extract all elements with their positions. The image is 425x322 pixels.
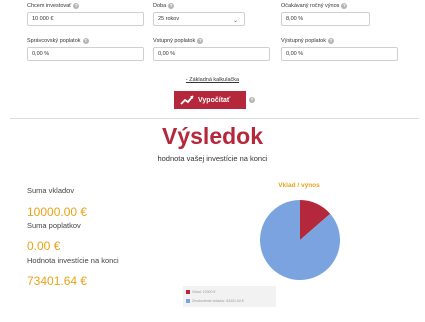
fees-label: Suma poplatkov — [27, 221, 81, 230]
help-icon[interactable]: ? — [197, 38, 204, 44]
initial-investment-field: Chcem investovať? 10 000 € — [27, 3, 144, 26]
expected-return-field: Očakávaný ročný výnos? 8,00 % — [281, 3, 370, 26]
help-icon[interactable]: ? — [168, 3, 175, 9]
fees-value: 0.00 € — [27, 239, 61, 253]
deposits-value: 10000.00 € — [27, 205, 88, 219]
chevron-down-icon: ⌄ — [232, 18, 238, 24]
duration-label: Doba — [153, 3, 167, 9]
help-icon[interactable]: ? — [327, 38, 334, 44]
duration-value: 25 rokov — [158, 16, 180, 22]
legend-swatch-deposit — [186, 289, 190, 294]
initial-investment-input[interactable]: 10 000 € — [27, 12, 144, 26]
entry-fee-field: Vstupný poplatok? 0,00 % — [153, 38, 270, 61]
management-fee-label: Správcovský poplatok — [27, 38, 81, 44]
expected-return-label: Očakávaný ročný výnos — [281, 3, 340, 9]
legend-label-deposit: Vklad: 10000 € — [192, 289, 216, 294]
basic-calculator-link[interactable]: - Základná kalkulačka — [0, 77, 425, 83]
duration-field: Doba? 25 rokov ⌄ — [153, 3, 245, 26]
help-icon[interactable]: ? — [82, 38, 89, 44]
legend-label-return: Zhodnotenie vkladov: 63401.64 € — [192, 298, 244, 303]
exit-fee-input[interactable]: 0,00 % — [281, 47, 398, 61]
legend-item: Vklad: 10000 € — [183, 288, 276, 295]
expected-return-input[interactable]: 8,00 % — [281, 12, 370, 26]
management-fee-field: Správcovský poplatok? 0,00 % — [27, 38, 144, 61]
chart-legend: Vklad: 10000 € Zhodnotenie vkladov: 6340… — [183, 286, 276, 307]
section-divider — [10, 118, 419, 119]
exit-fee-label: Výstupný poplatok — [281, 38, 326, 44]
exit-fee-field: Výstupný poplatok? 0,00 % — [281, 38, 398, 61]
chart-trend-icon — [180, 95, 194, 105]
result-subtitle: hodnota vašej investície na konci — [157, 154, 268, 163]
pie-chart — [260, 200, 340, 280]
help-icon[interactable]: ? — [341, 3, 348, 9]
initial-investment-label: Chcem investovať — [27, 3, 72, 9]
management-fee-input[interactable]: 0,00 % — [27, 47, 144, 61]
calculate-button-label: Vypočítať — [198, 96, 231, 104]
final-value-label: Hodnota investície na konci — [27, 256, 119, 265]
entry-fee-input[interactable]: 0,00 % — [153, 47, 270, 61]
entry-fee-label: Vstupný poplatok — [153, 38, 196, 44]
help-icon[interactable]: ? — [73, 3, 80, 9]
legend-swatch-return — [186, 298, 190, 303]
deposits-label: Suma vkladov — [27, 186, 75, 195]
result-title: Výsledok — [162, 123, 263, 149]
calculate-button[interactable]: Vypočítať — [174, 91, 246, 109]
duration-select[interactable]: 25 rokov ⌄ — [153, 12, 245, 26]
chart-title: Vklad / výnos — [278, 182, 320, 189]
final-value: 73401.64 € — [27, 274, 88, 288]
help-icon[interactable]: ? — [249, 97, 255, 103]
legend-item: Zhodnotenie vkladov: 63401.64 € — [183, 297, 276, 304]
